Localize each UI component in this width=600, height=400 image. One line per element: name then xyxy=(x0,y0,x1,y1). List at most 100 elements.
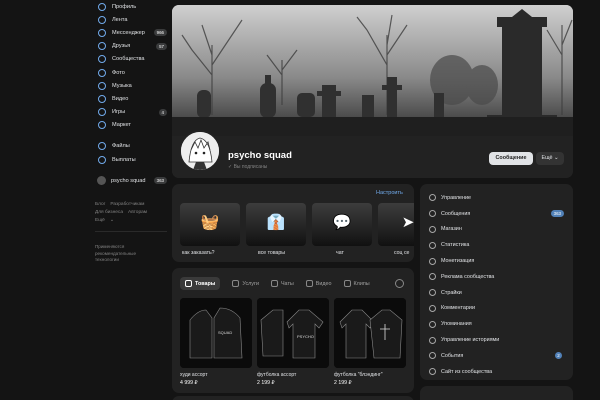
tab-products[interactable]: Товары xyxy=(180,277,221,290)
messenger-icon xyxy=(98,28,106,37)
manage-item-messages[interactable]: Сообщения 363 xyxy=(420,206,573,222)
bag-icon xyxy=(185,280,192,287)
tab-services[interactable]: Услуги xyxy=(232,280,259,287)
files-icon xyxy=(98,142,106,151)
quick-card-all-products[interactable]: 👔 xyxy=(246,203,306,246)
nav-item-group[interactable]: psycho squad 363 xyxy=(95,174,167,187)
nav-item-photo[interactable]: Фото xyxy=(95,66,167,79)
events-icon xyxy=(429,352,436,360)
product-name[interactable]: худи ассорт xyxy=(180,372,208,378)
cover-image xyxy=(172,5,573,136)
subscription-status[interactable]: ✓ Вы подписаны xyxy=(228,164,267,170)
nav-item-communities[interactable]: Сообщества xyxy=(95,53,167,66)
manage-item-events[interactable]: События 2 xyxy=(420,348,573,364)
product-card[interactable]: PSYCHO xyxy=(257,298,329,368)
manage-item-stories[interactable]: Управление историями xyxy=(420,332,573,348)
messenger-badge: 966 xyxy=(153,29,167,37)
cemetery-cover-art xyxy=(172,5,573,136)
messages-icon xyxy=(429,210,436,218)
nav-item-video[interactable]: Видео xyxy=(95,92,167,105)
ads-icon xyxy=(429,273,436,281)
product-price: 4 999 ₽ xyxy=(180,380,198,386)
group-avatar[interactable] xyxy=(179,130,221,172)
video-icon xyxy=(305,280,313,287)
group-badge: 363 xyxy=(153,177,167,185)
messages-badge: 363 xyxy=(550,209,564,217)
footer-link-business[interactable]: Для бизнеса xyxy=(95,210,123,215)
product-name[interactable]: футболка ассорт xyxy=(257,372,296,378)
page: Профиль Лента Мессенджер 966 Друзья 57 Соо… xyxy=(0,0,600,400)
games-icon xyxy=(98,108,106,117)
nav-item-friends[interactable]: Друзья 57 xyxy=(95,40,167,53)
footer-link-more[interactable]: Ещё xyxy=(95,218,105,223)
more-button[interactable]: Ещё ⌄ xyxy=(536,152,564,165)
left-nav: Профиль Лента Мессенджер 966 Друзья 57 Соо… xyxy=(95,0,167,264)
friends-icon xyxy=(98,42,106,51)
tab-clips[interactable]: Клипы xyxy=(343,280,370,287)
footer-link-authors[interactable]: Авторам xyxy=(128,210,147,215)
market-icon xyxy=(98,121,106,130)
manage-item-site[interactable]: Сайт из сообщества xyxy=(420,364,573,380)
quick-card-how-to-order[interactable]: 🧺 xyxy=(180,203,240,246)
manage-item-mentions[interactable]: Упоминания xyxy=(420,316,573,332)
nav-item-files[interactable]: Файлы xyxy=(95,140,167,153)
quick-card-label: соц се xyxy=(394,250,410,256)
events-badge: 2 xyxy=(555,352,562,360)
product-card[interactable] xyxy=(334,298,406,368)
nav-item-feed[interactable]: Лента xyxy=(95,13,167,26)
hanger-icon: 👔 xyxy=(266,214,286,231)
svg-text:PSYCHO: PSYCHO xyxy=(297,334,314,339)
quick-card-chat[interactable]: 💬 xyxy=(312,203,372,246)
tab-video[interactable]: Видео xyxy=(305,280,332,287)
stories-icon xyxy=(429,336,436,344)
product-card[interactable]: SQUAD xyxy=(180,298,252,368)
chevron-down-icon: ⌄ xyxy=(554,155,559,161)
photo-icon xyxy=(98,68,106,77)
profile-row: psycho squad ✓ Вы подписаны Сообщение Ещ… xyxy=(172,130,573,178)
basket-icon: 🧺 xyxy=(200,214,220,231)
games-badge: 4 xyxy=(158,108,167,116)
more-tabs-icon[interactable] xyxy=(395,279,404,288)
quick-card-social[interactable]: ➤ xyxy=(378,203,414,246)
quick-card-label: все товары xyxy=(258,250,286,256)
manage-item-shop[interactable]: Магазин xyxy=(420,222,573,238)
product-name[interactable]: футболка "блэндинг" xyxy=(334,372,382,378)
nav-item-music[interactable]: Музыка xyxy=(95,79,167,92)
group-avatar xyxy=(97,176,106,186)
quick-card-label: чат xyxy=(336,250,344,256)
quick-links-panel: Настроить 🧺 👔 💬 ➤ как заказать? все това… xyxy=(172,184,414,262)
site-icon xyxy=(429,368,436,376)
manage-item-settings[interactable]: Управление xyxy=(420,190,573,206)
clips-icon xyxy=(343,280,351,287)
footer-link-blog[interactable]: Блог xyxy=(95,202,105,207)
message-button[interactable]: Сообщение xyxy=(489,152,533,165)
manage-item-monetization[interactable]: Монетизация xyxy=(420,253,573,269)
settings-icon xyxy=(429,194,436,202)
nav-item-messenger[interactable]: Мессенджер 966 xyxy=(95,26,167,39)
manage-item-comments[interactable]: Комментарии xyxy=(420,301,573,317)
product-price: 2 199 ₽ xyxy=(334,380,352,386)
group-title: psycho squad xyxy=(228,150,292,161)
chevron-down-icon: ⌄ xyxy=(109,218,114,224)
video-icon xyxy=(98,94,106,103)
products-panel: Товары Услуги Чаты Видео Клипы SQUAD PSY… xyxy=(172,268,414,393)
nav-item-payments[interactable]: Выплаты xyxy=(95,153,167,166)
next-panel-edge xyxy=(172,396,414,400)
configure-link[interactable]: Настроить xyxy=(376,190,403,196)
manage-item-strikes[interactable]: Страйки xyxy=(420,285,573,301)
quick-card-label: как заказать? xyxy=(182,250,215,256)
footer-link-dev[interactable]: Разработчикам xyxy=(110,202,144,207)
manage-item-ads[interactable]: Реклама сообщества xyxy=(420,269,573,285)
nav-item-games[interactable]: Игры 4 xyxy=(95,106,167,119)
divider xyxy=(95,231,167,233)
nav-item-profile[interactable]: Профиль xyxy=(95,0,167,13)
management-panel: Управление Сообщения 363 Магазин Статисти… xyxy=(420,184,573,380)
nav-item-market[interactable]: Маркет xyxy=(95,119,167,132)
tab-chats[interactable]: Чаты xyxy=(270,280,294,287)
product-price: 2 199 ₽ xyxy=(257,380,275,386)
manage-item-stats[interactable]: Статистика xyxy=(420,237,573,253)
hoodie-image: SQUAD xyxy=(180,298,252,368)
comments-icon xyxy=(429,304,436,312)
shop-icon xyxy=(429,225,436,233)
